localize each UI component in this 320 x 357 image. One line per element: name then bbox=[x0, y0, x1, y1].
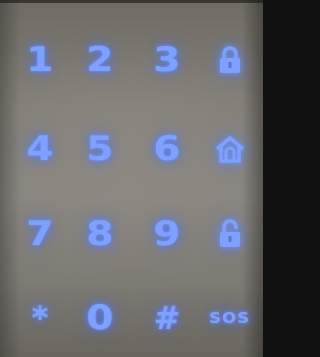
key-8-label: 8 bbox=[86, 214, 114, 254]
key-1-label: 1 bbox=[26, 40, 54, 80]
key-4[interactable]: 4 bbox=[13, 122, 67, 176]
key-hash-label: # bbox=[153, 299, 181, 337]
key-2[interactable]: 2 bbox=[73, 33, 127, 87]
sos-label: SOS bbox=[209, 308, 251, 327]
key-0-label: 0 bbox=[86, 298, 114, 338]
unlocked-padlock-icon bbox=[220, 219, 240, 247]
key-8[interactable]: 8 bbox=[73, 207, 127, 261]
alarm-keypad-panel: 1 2 3 4 5 6 7 8 9 * 0 # SOS bbox=[0, 0, 263, 357]
arm-away-button[interactable] bbox=[203, 33, 257, 87]
key-star[interactable]: * bbox=[13, 291, 67, 345]
key-7-label: 7 bbox=[26, 214, 54, 254]
key-5-label: 5 bbox=[86, 129, 114, 169]
arm-home-button[interactable] bbox=[203, 122, 257, 176]
locked-padlock-icon bbox=[220, 46, 240, 73]
key-hash[interactable]: # bbox=[140, 291, 194, 345]
home-icon bbox=[215, 136, 245, 163]
key-6[interactable]: 6 bbox=[140, 122, 194, 176]
key-9-label: 9 bbox=[153, 214, 181, 254]
key-5[interactable]: 5 bbox=[73, 122, 127, 176]
key-7[interactable]: 7 bbox=[13, 207, 67, 261]
key-2-label: 2 bbox=[86, 40, 114, 80]
key-1[interactable]: 1 bbox=[13, 33, 67, 87]
key-9[interactable]: 9 bbox=[140, 207, 194, 261]
key-3[interactable]: 3 bbox=[140, 33, 194, 87]
key-0[interactable]: 0 bbox=[73, 291, 127, 345]
key-4-label: 4 bbox=[26, 129, 54, 169]
disarm-button[interactable] bbox=[203, 207, 257, 261]
sos-button[interactable]: SOS bbox=[203, 291, 257, 345]
key-6-label: 6 bbox=[153, 129, 181, 169]
key-star-label: * bbox=[31, 299, 49, 337]
key-3-label: 3 bbox=[153, 40, 181, 80]
